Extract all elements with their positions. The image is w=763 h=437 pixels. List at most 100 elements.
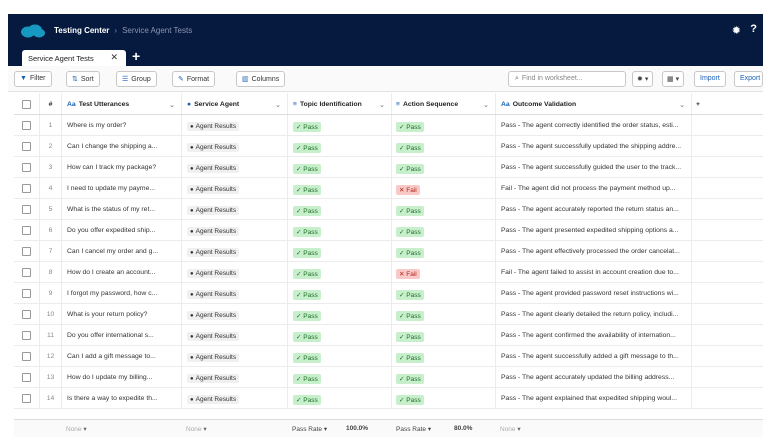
columns-button[interactable]: ▥ Columns bbox=[236, 71, 286, 87]
action-cell[interactable]: ✓ Pass bbox=[392, 367, 496, 387]
agent-results-chip[interactable]: ● Agent Results bbox=[187, 122, 240, 131]
agent-cell[interactable]: ● Agent Results bbox=[182, 325, 288, 345]
tab-service-agent-tests[interactable]: Service Agent Tests ✕ bbox=[22, 50, 126, 66]
agent-cell[interactable]: ● Agent Results bbox=[182, 346, 288, 366]
action-cell[interactable]: ✓ Pass bbox=[392, 304, 496, 324]
outcome-cell[interactable]: Pass - The agent successfully guided the… bbox=[496, 157, 692, 177]
agent-results-chip[interactable]: ● Agent Results bbox=[187, 374, 240, 383]
outcome-cell[interactable]: Pass - The agent confirmed the availabil… bbox=[496, 325, 692, 345]
row-checkbox[interactable] bbox=[22, 205, 31, 214]
agent-results-chip[interactable]: ● Agent Results bbox=[187, 206, 240, 215]
utterance-cell[interactable]: Can I cancel my order and g... bbox=[62, 241, 182, 261]
topic-cell[interactable]: ✓ Pass bbox=[288, 115, 392, 135]
action-cell[interactable]: ✓ Pass bbox=[392, 136, 496, 156]
utterance-cell[interactable]: Do you offer expedited ship... bbox=[62, 220, 182, 240]
outcome-cell[interactable]: Pass - The agent provided password reset… bbox=[496, 283, 692, 303]
footer-outcome[interactable]: None ▾ bbox=[500, 425, 521, 433]
agent-cell[interactable]: ● Agent Results bbox=[182, 304, 288, 324]
utterance-cell[interactable]: Can I change the shipping a... bbox=[62, 136, 182, 156]
agent-results-chip[interactable]: ● Agent Results bbox=[187, 164, 240, 173]
salesforce-cloud-icon[interactable] bbox=[20, 24, 46, 38]
topic-cell[interactable]: ✓ Pass bbox=[288, 283, 392, 303]
agent-cell[interactable]: ● Agent Results bbox=[182, 262, 288, 282]
group-button[interactable]: ☰ Group bbox=[116, 71, 157, 87]
table-row[interactable]: 1 Where is my order? ● Agent Results ✓ Pass ✓… bbox=[14, 115, 763, 136]
action-cell[interactable]: ✓ Pass bbox=[392, 220, 496, 240]
table-row[interactable]: 5 What is the status of my ret... ● Agent R… bbox=[14, 199, 763, 220]
topic-cell[interactable]: ✓ Pass bbox=[288, 220, 392, 240]
action-cell[interactable]: ✕ Fail bbox=[392, 262, 496, 282]
utterance-cell[interactable]: How do I create an account... bbox=[62, 262, 182, 282]
footer-utterances[interactable]: None ▾ bbox=[66, 425, 87, 433]
help-icon[interactable]: ? bbox=[750, 23, 757, 35]
table-row[interactable]: 10 What is your return policy? ● Agent Resu… bbox=[14, 304, 763, 325]
sort-button[interactable]: ⇅ Sort bbox=[66, 71, 100, 87]
agent-cell[interactable]: ● Agent Results bbox=[182, 178, 288, 198]
topic-cell[interactable]: ✓ Pass bbox=[288, 199, 392, 219]
outcome-cell[interactable]: Pass - The agent successfully added a gi… bbox=[496, 346, 692, 366]
row-checkbox[interactable] bbox=[22, 289, 31, 298]
footer-action-label[interactable]: Pass Rate ▾ bbox=[396, 425, 431, 433]
action-cell[interactable]: ✓ Pass bbox=[392, 388, 496, 408]
agent-cell[interactable]: ● Agent Results bbox=[182, 199, 288, 219]
breadcrumb-app-title[interactable]: Testing Center bbox=[54, 26, 109, 35]
agent-cell[interactable]: ● Agent Results bbox=[182, 220, 288, 240]
topic-cell[interactable]: ✓ Pass bbox=[288, 367, 392, 387]
action-cell[interactable]: ✕ Fail bbox=[392, 178, 496, 198]
topic-cell[interactable]: ✓ Pass bbox=[288, 178, 392, 198]
utterance-cell[interactable]: I forgot my password, how c... bbox=[62, 283, 182, 303]
utterance-cell[interactable]: What is your return policy? bbox=[62, 304, 182, 324]
outcome-cell[interactable]: Pass - The agent correctly identified th… bbox=[496, 115, 692, 135]
topic-cell[interactable]: ✓ Pass bbox=[288, 262, 392, 282]
column-header-action[interactable]: ≡ Action Sequence ⌄ bbox=[392, 93, 496, 114]
column-header-topic[interactable]: ≡ Topic Identification ⌄ bbox=[288, 93, 392, 114]
add-column-button[interactable]: + bbox=[692, 93, 763, 114]
outcome-cell[interactable]: Pass - The agent clearly detailed the re… bbox=[496, 304, 692, 324]
row-checkbox[interactable] bbox=[22, 331, 31, 340]
table-row[interactable]: 9I forgot my password, how c... ● Agent Re… bbox=[14, 283, 763, 304]
table-row[interactable]: 3 How can I track my package? ● Agent Resul… bbox=[14, 157, 763, 178]
utterance-cell[interactable]: Is there a way to expedite th... bbox=[62, 388, 182, 408]
utterance-cell[interactable]: How do I update my billing... bbox=[62, 367, 182, 387]
outcome-cell[interactable]: Pass - The agent accurately reported the… bbox=[496, 199, 692, 219]
topic-cell[interactable]: ✓ Pass bbox=[288, 388, 392, 408]
import-button[interactable]: Import bbox=[694, 71, 726, 87]
column-header-utterances[interactable]: Aa Test Utterances ⌄ bbox=[62, 93, 182, 114]
agent-cell[interactable]: ● Agent Results bbox=[182, 136, 288, 156]
topic-cell[interactable]: ✓ Pass bbox=[288, 325, 392, 345]
chevron-down-icon[interactable]: ⌄ bbox=[169, 101, 175, 109]
utterance-cell[interactable]: How can I track my package? bbox=[62, 157, 182, 177]
table-row[interactable]: 4I need to update my payme... ● Agent Resu… bbox=[14, 178, 763, 199]
table-row[interactable]: 8 How do I create an account... ● Agent Res… bbox=[14, 262, 763, 283]
footer-agent[interactable]: None ▾ bbox=[186, 425, 207, 433]
filter-button[interactable]: ▼ Filter bbox=[14, 71, 52, 87]
export-button[interactable]: Export bbox=[734, 71, 763, 87]
agent-cell[interactable]: ● Agent Results bbox=[182, 115, 288, 135]
topic-cell[interactable]: ✓ Pass bbox=[288, 304, 392, 324]
agent-results-chip[interactable]: ● Agent Results bbox=[187, 353, 240, 362]
utterance-cell[interactable]: Do you offer international s... bbox=[62, 325, 182, 345]
agent-results-chip[interactable]: ● Agent Results bbox=[187, 248, 240, 257]
action-cell[interactable]: ✓ Pass bbox=[392, 157, 496, 177]
agent-cell[interactable]: ● Agent Results bbox=[182, 157, 288, 177]
table-row[interactable]: 2 Can I change the shipping a... ● Agent Re… bbox=[14, 136, 763, 157]
footer-topic-label[interactable]: Pass Rate ▾ bbox=[292, 425, 327, 433]
agent-cell[interactable]: ● Agent Results bbox=[182, 241, 288, 261]
topic-cell[interactable]: ✓ Pass bbox=[288, 346, 392, 366]
outcome-cell[interactable]: Pass - The agent successfully updated th… bbox=[496, 136, 692, 156]
action-cell[interactable]: ✓ Pass bbox=[392, 325, 496, 345]
outcome-cell[interactable]: Pass - The agent effectively processed t… bbox=[496, 241, 692, 261]
row-checkbox[interactable] bbox=[22, 163, 31, 172]
agent-results-chip[interactable]: ● Agent Results bbox=[187, 185, 240, 194]
table-row[interactable]: 12 Can I add a gift message to... ● Agent R… bbox=[14, 346, 763, 367]
agent-cell[interactable]: ● Agent Results bbox=[182, 388, 288, 408]
format-button[interactable]: ✎ Format bbox=[172, 71, 216, 87]
chevron-down-icon[interactable]: ⌄ bbox=[275, 101, 281, 109]
utterance-cell[interactable]: I need to update my payme... bbox=[62, 178, 182, 198]
row-checkbox[interactable] bbox=[22, 373, 31, 382]
row-checkbox[interactable] bbox=[22, 394, 31, 403]
chevron-down-icon[interactable]: ⌄ bbox=[379, 101, 385, 109]
table-row[interactable]: 11 Do you offer international s... ● Agent … bbox=[14, 325, 763, 346]
chevron-down-icon[interactable]: ⌄ bbox=[679, 101, 685, 109]
action-cell[interactable]: ✓ Pass bbox=[392, 283, 496, 303]
